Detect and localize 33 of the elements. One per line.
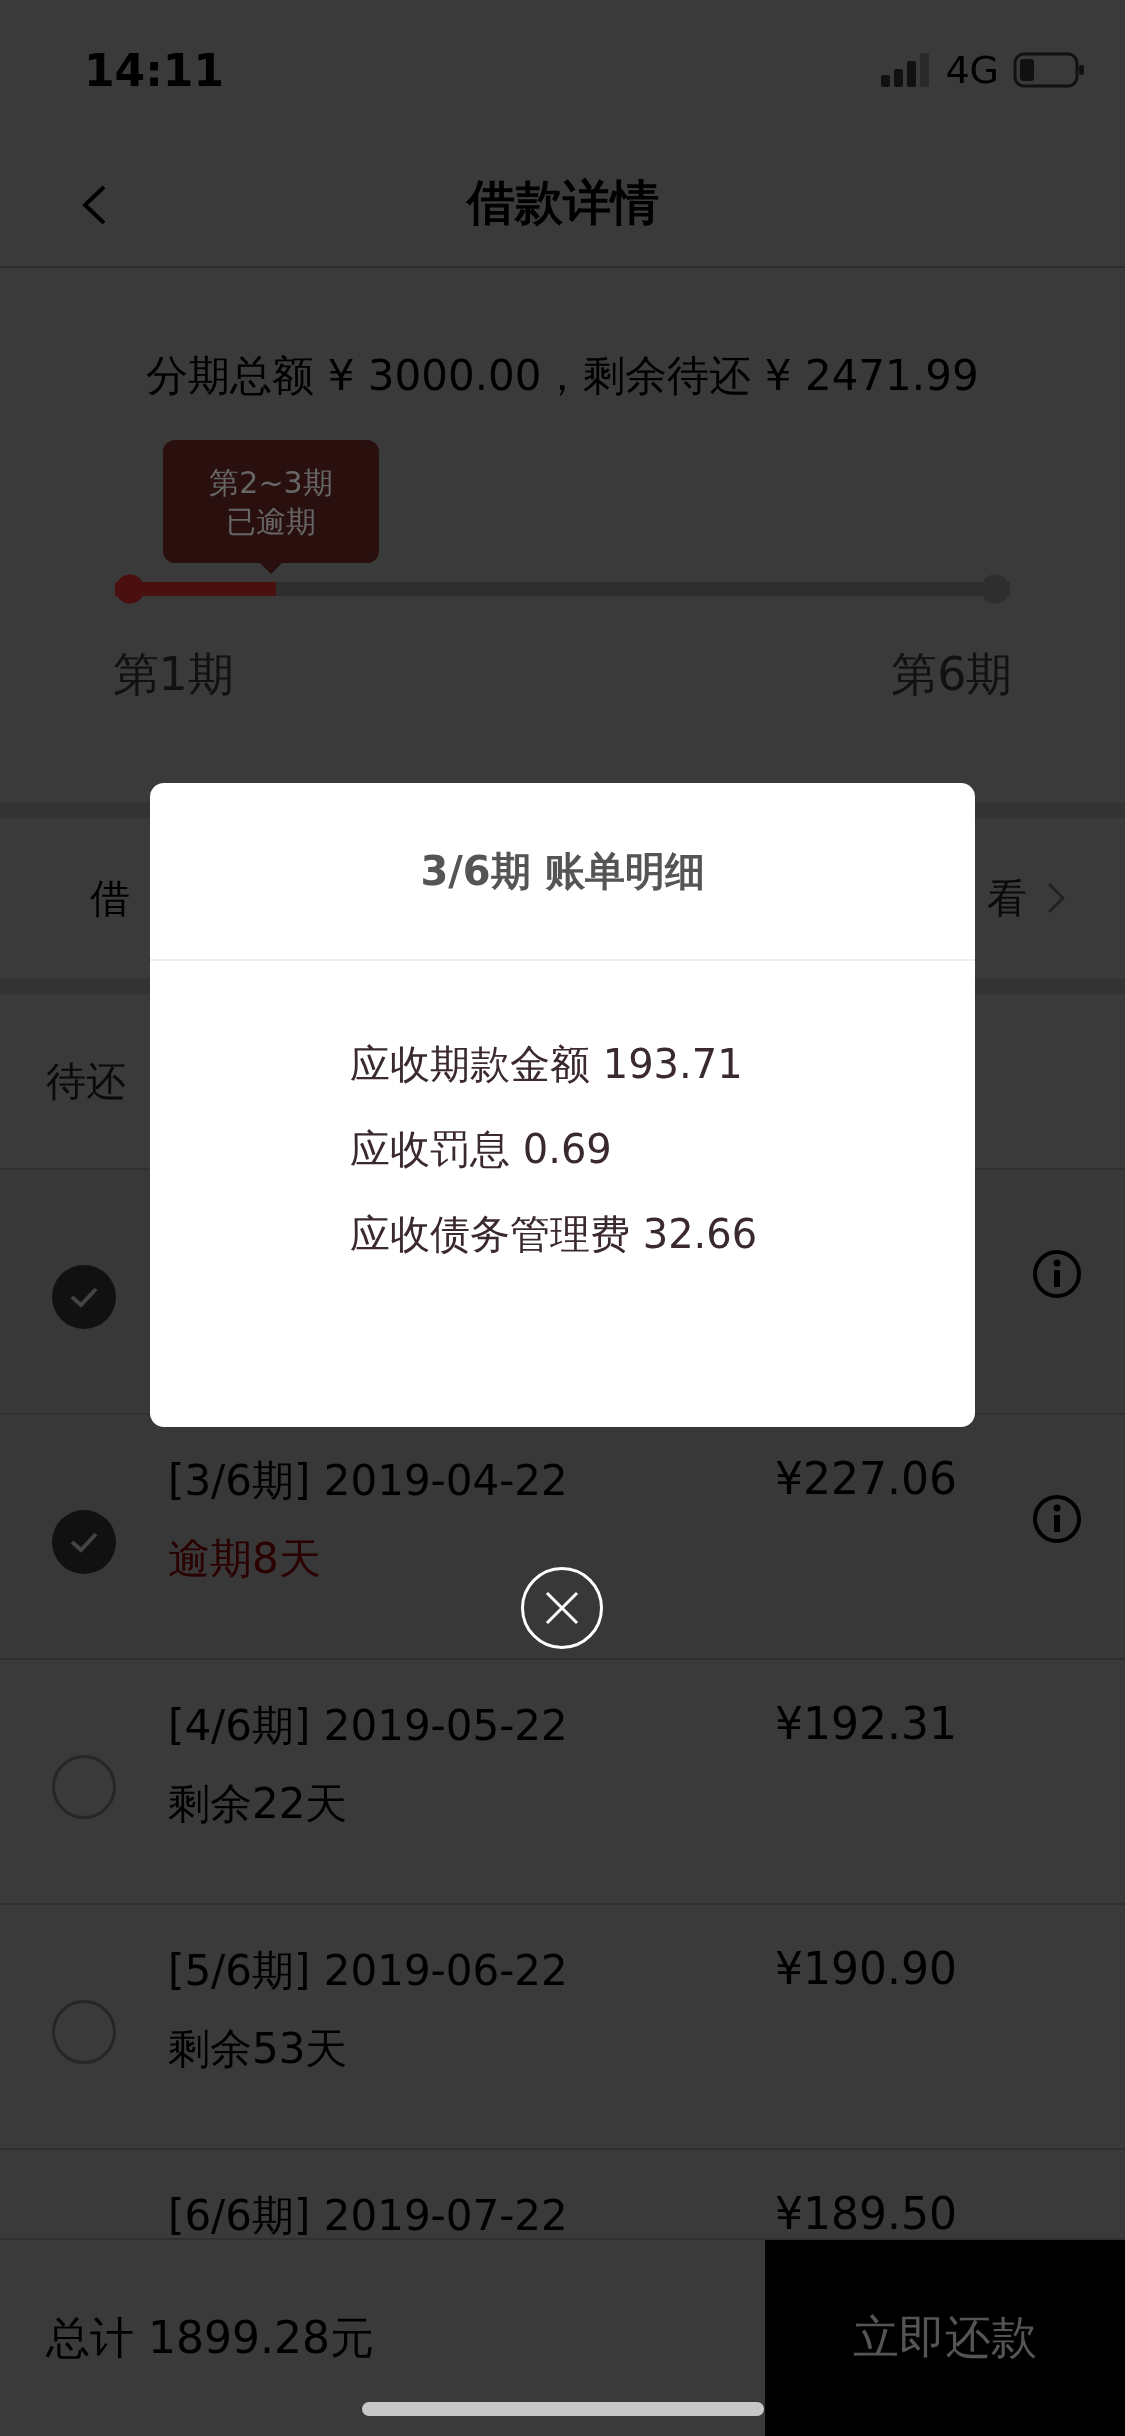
loan-summary: 分期总额 ¥ 3000.00，剩余待还 ¥ 2471.99 bbox=[146, 350, 979, 402]
close-button[interactable] bbox=[521, 1567, 603, 1649]
installment-status: 剩余22天 bbox=[168, 1778, 348, 1830]
check-icon bbox=[69, 1286, 99, 1308]
installment-period: [3/6期] 2019-04-22 bbox=[168, 1455, 568, 1507]
bill-line: 应收期款金额 193.71 bbox=[350, 1040, 744, 1089]
dialog-title: 3/6期 账单明细 bbox=[420, 846, 705, 896]
installment-amount: ¥227.06 bbox=[775, 1453, 957, 1504]
bill-line: 应收债务管理费 32.66 bbox=[350, 1210, 759, 1259]
battery-icon bbox=[1013, 52, 1085, 88]
installment-period: [4/6期] 2019-05-22 bbox=[168, 1700, 568, 1752]
chevron-icon[interactable] bbox=[1047, 882, 1065, 914]
network-label: 4G bbox=[945, 48, 999, 92]
status-time: 14:11 bbox=[84, 44, 225, 96]
close-icon[interactable] bbox=[545, 1591, 579, 1625]
info-icon[interactable] bbox=[1031, 1248, 1083, 1300]
receipt-label: 借 bbox=[90, 873, 130, 923]
page-title: 借款详情 bbox=[466, 173, 659, 232]
signal-icon bbox=[881, 53, 932, 87]
check-icon bbox=[69, 1531, 99, 1553]
installment-amount: ¥190.90 bbox=[775, 1943, 957, 1994]
installment-status: 剩余53天 bbox=[168, 2023, 348, 2075]
installment-period: [5/6期] 2019-06-22 bbox=[168, 1945, 568, 1997]
overdue-tooltip: 第2~3期 已逾期 bbox=[163, 440, 379, 574]
bill-line: 应收罚息 0.69 bbox=[350, 1125, 613, 1174]
info-icon[interactable] bbox=[1031, 1493, 1083, 1545]
installment-amount: ¥189.50 bbox=[775, 2188, 957, 2238]
back-icon[interactable] bbox=[80, 184, 108, 226]
repay-button[interactable]: 立即还款 bbox=[765, 2240, 1125, 2436]
total-amount: 总计 1899.28元 bbox=[46, 2310, 374, 2365]
installment-amount: ¥192.31 bbox=[775, 1698, 957, 1749]
installment-period: [6/6期] 2019-07-22 bbox=[168, 2190, 568, 2238]
installment-status: 逾期8天 bbox=[168, 1533, 321, 1585]
